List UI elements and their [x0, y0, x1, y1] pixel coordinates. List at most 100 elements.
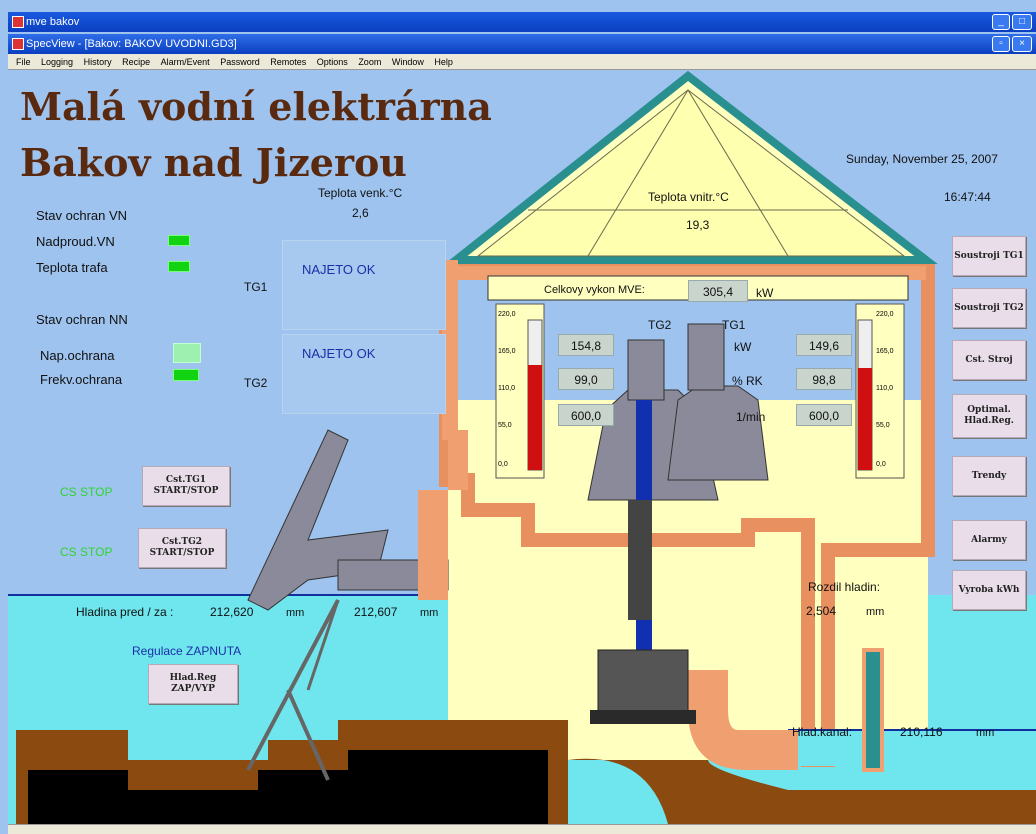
voltage-protection-label: Nap.ochrana	[40, 348, 115, 363]
tg1-opening-value: 98,8	[796, 368, 852, 390]
gauge-left-tick: 165,0	[498, 348, 516, 355]
tg1-label: TG1	[244, 280, 268, 294]
level-difference-value: 2,504	[806, 604, 837, 618]
page-title-line1: Malá vodní elektrárna	[20, 84, 492, 129]
menu-recipe[interactable]: Recipe	[122, 54, 150, 70]
level-difference-unit: mm	[866, 606, 885, 618]
menu-alarm-event[interactable]: Alarm/Event	[161, 54, 210, 70]
head-before-unit: mm	[286, 607, 305, 619]
opening-unit: % RK	[732, 374, 763, 388]
gauge-left-tick: 55,0	[498, 422, 512, 429]
date-display: Sunday, November 25, 2007	[846, 152, 998, 166]
tg2-status: NAJETO OK	[302, 346, 376, 361]
unit-tg1-button[interactable]: Soustroji TG1	[952, 236, 1026, 276]
menu-logging[interactable]: Logging	[41, 54, 73, 70]
doc-icon	[12, 38, 24, 50]
total-power-value: 305,4	[688, 280, 748, 302]
gauge-right: 220,0 165,0 110,0 55,0 0,0	[855, 303, 905, 479]
menu-window[interactable]: Window	[392, 54, 424, 70]
column-tg2: TG2	[648, 318, 672, 332]
menu-bar: File Logging History Recipe Alarm/Event …	[8, 54, 1036, 70]
gauge-left-tick: 0,0	[498, 461, 508, 468]
regulation-status: Regulace ZAPNUTA	[132, 644, 242, 658]
alarms-button[interactable]: Alarmy	[952, 520, 1026, 560]
head-after-value: 212,607	[354, 605, 398, 619]
outdoor-temp-label: Teplota venk.°C	[318, 186, 403, 200]
menu-options[interactable]: Options	[317, 54, 348, 70]
tg1-power-value: 149,6	[796, 334, 852, 356]
gauge-right-tick: 220,0	[876, 311, 894, 318]
turbine-runner	[597, 649, 689, 721]
level-regulation-button[interactable]: Hlad.Reg ZAP/VYP	[148, 664, 238, 704]
tg1-speed-value: 600,0	[796, 404, 852, 426]
gauge-left-tick: 220,0	[498, 311, 516, 318]
page-title-line2: Bakov nad Jizerou	[20, 140, 407, 185]
tg1-status: NAJETO OK	[302, 262, 376, 277]
generator-tg1-housing	[667, 385, 769, 481]
unit-tg2-button[interactable]: Soustroji TG2	[952, 288, 1026, 328]
total-power-unit: kW	[756, 286, 774, 300]
gauge-left-tick: 110,0	[498, 385, 515, 392]
gauge-right-tick: 55,0	[876, 422, 890, 429]
gauge-right-tick: 110,0	[876, 385, 893, 392]
overcurrent-vn-led	[168, 235, 190, 246]
menu-file[interactable]: File	[16, 54, 31, 70]
indoor-temp-value: 19,3	[686, 218, 710, 232]
restore-icon[interactable]: ▫	[992, 36, 1010, 52]
tg2-opening-value: 99,0	[558, 368, 614, 390]
production-kwh-button[interactable]: Vyroba kWh	[952, 570, 1026, 610]
column-tg1: TG1	[722, 318, 746, 332]
level-gauge-pipe	[862, 648, 884, 772]
channel-level-label: Hlad.kanal:	[792, 725, 853, 739]
indoor-temp-label: Teplota vnitr.°C	[648, 190, 729, 204]
nn-protection-title: Stav ochran NN	[36, 312, 128, 327]
channel-level-unit: mm	[976, 727, 995, 739]
gauge-left: 220,0 165,0 110,0 55,0 0,0	[495, 303, 545, 479]
power-unit: kW	[734, 340, 752, 354]
start-stop-tg2-button[interactable]: Cst.TG2 START/STOP	[138, 528, 226, 568]
gauge-right-tick: 165,0	[876, 348, 894, 355]
menu-password[interactable]: Password	[220, 54, 260, 70]
tg2-label: TG2	[244, 376, 268, 390]
channel-level-value: 210,116	[900, 725, 943, 739]
intake-wall	[418, 490, 448, 600]
frequency-protection-led	[173, 369, 199, 381]
menu-remotes[interactable]: Remotes	[270, 54, 306, 70]
frequency-protection-label: Frekv.ochrana	[40, 372, 123, 387]
outdoor-temp-value: 2,6	[352, 206, 369, 220]
transformer-temp-label: Teplota trafa	[36, 260, 108, 275]
menu-help[interactable]: Help	[434, 54, 453, 70]
head-level-label: Hladina pred / za :	[76, 605, 174, 619]
tg1-status-panel	[282, 240, 446, 330]
voltage-protection-led	[173, 343, 201, 363]
gauge-right-tick: 0,0	[876, 461, 886, 468]
outer-title: mve bakov	[26, 16, 80, 28]
inner-title: SpecView - [Bakov: BAKOV UVODNI.GD3]	[26, 38, 237, 50]
app-window: mve bakov _ □ SpecView - [Bakov: BAKOV U…	[0, 0, 1036, 834]
tg2-power-value: 154,8	[558, 334, 614, 356]
speed-unit: 1/min	[736, 410, 766, 424]
head-before-value: 212,620	[210, 605, 254, 619]
minimize-icon[interactable]: _	[992, 14, 1010, 30]
outer-title-bar: mve bakov _ □	[8, 12, 1036, 32]
maximize-icon[interactable]: □	[1012, 14, 1032, 30]
menu-zoom[interactable]: Zoom	[358, 54, 381, 70]
cs-stop-status-tg1: CS STOP	[60, 485, 113, 499]
tg2-speed-value: 600,0	[558, 404, 614, 426]
generator-tg1	[687, 323, 725, 391]
total-power-label: Celkovy vykon MVE:	[544, 284, 645, 296]
generator-tg2	[627, 339, 665, 401]
machine-cst-button[interactable]: Cst. Stroj	[952, 340, 1026, 380]
gauge-left-fill	[528, 365, 542, 470]
gauge-right-fill	[858, 368, 872, 470]
menu-history[interactable]: History	[84, 54, 112, 70]
status-bar	[8, 824, 1036, 834]
start-stop-tg1-button[interactable]: Cst.TG1 START/STOP	[142, 466, 230, 506]
close-icon[interactable]: ×	[1012, 36, 1032, 52]
cs-stop-status-tg2: CS STOP	[60, 545, 113, 559]
trends-button[interactable]: Trendy	[952, 456, 1026, 496]
head-after-unit: mm	[420, 607, 439, 619]
app-icon	[12, 16, 24, 28]
inner-title-bar: SpecView - [Bakov: BAKOV UVODNI.GD3] ▫ ×	[8, 34, 1036, 54]
optimal-regulation-button[interactable]: Optimal. Hlad.Reg.	[952, 394, 1026, 438]
